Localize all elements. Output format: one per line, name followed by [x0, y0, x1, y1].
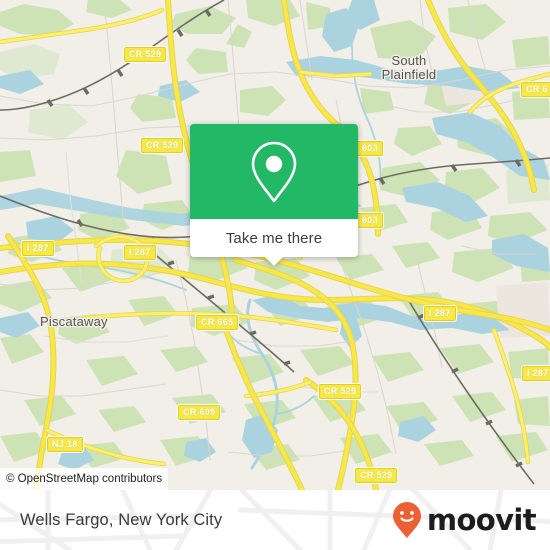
- road-shield-i-287-central[interactable]: I 287: [424, 306, 456, 321]
- road-shield-i-287-east[interactable]: I 287: [522, 366, 550, 381]
- popup-card-footer[interactable]: Take me there: [190, 219, 358, 266]
- moovit-station-map-screen: .w{fill:#aad3df} .g{fill:#cde3b5} .gl{fi…: [0, 0, 550, 550]
- road-shield-i-287-west[interactable]: I 287: [22, 241, 54, 256]
- road-shield-cr-529-southeast[interactable]: CR 529: [319, 384, 362, 399]
- take-me-there-label: Take me there: [225, 229, 323, 247]
- moovit-brand[interactable]: moovit: [392, 490, 537, 550]
- map-canvas[interactable]: .w{fill:#aad3df} .g{fill:#cde3b5} .gl{fi…: [0, 0, 550, 490]
- road-shield-i-287-northwest[interactable]: I 287: [124, 245, 156, 260]
- road-shield-cr-665[interactable]: CR 665: [196, 315, 239, 330]
- place-label-south-plainfield: South Plainfield: [374, 54, 444, 82]
- road-shield-603-lower[interactable]: 603: [357, 213, 383, 228]
- place-title: Wells Fargo, New York City: [20, 510, 223, 529]
- station-popup-card[interactable]: Take me there: [190, 124, 358, 266]
- popup-card-header: [190, 124, 358, 219]
- road-shield-cr-529-north[interactable]: CR 529: [124, 47, 167, 62]
- road-shield-nj-18[interactable]: NJ 18: [47, 437, 83, 452]
- moovit-wordmark: moovit: [426, 502, 537, 537]
- place-label-line-1: South: [391, 53, 427, 68]
- bottom-bar: Wells Fargo, New York City moovit: [0, 490, 550, 550]
- popup-card-tail: [264, 256, 284, 266]
- map-attribution[interactable]: © OpenStreetMap contributors: [0, 468, 169, 490]
- moovit-pin-logo-icon: [392, 502, 421, 538]
- road-shield-cr-601-east[interactable]: CR 6: [521, 82, 550, 97]
- map-pin-icon: [251, 141, 297, 202]
- place-label-line-2: Plainfield: [381, 67, 437, 82]
- road-shield-cr-609[interactable]: CR 609: [178, 405, 221, 420]
- road-shield-603-upper[interactable]: 603: [357, 141, 383, 156]
- road-shield-cr-529-midwest[interactable]: CR 529: [141, 138, 184, 153]
- place-label-piscataway: Piscataway: [40, 314, 108, 329]
- road-shield-cr-529-bottom[interactable]: CR 529: [355, 468, 398, 483]
